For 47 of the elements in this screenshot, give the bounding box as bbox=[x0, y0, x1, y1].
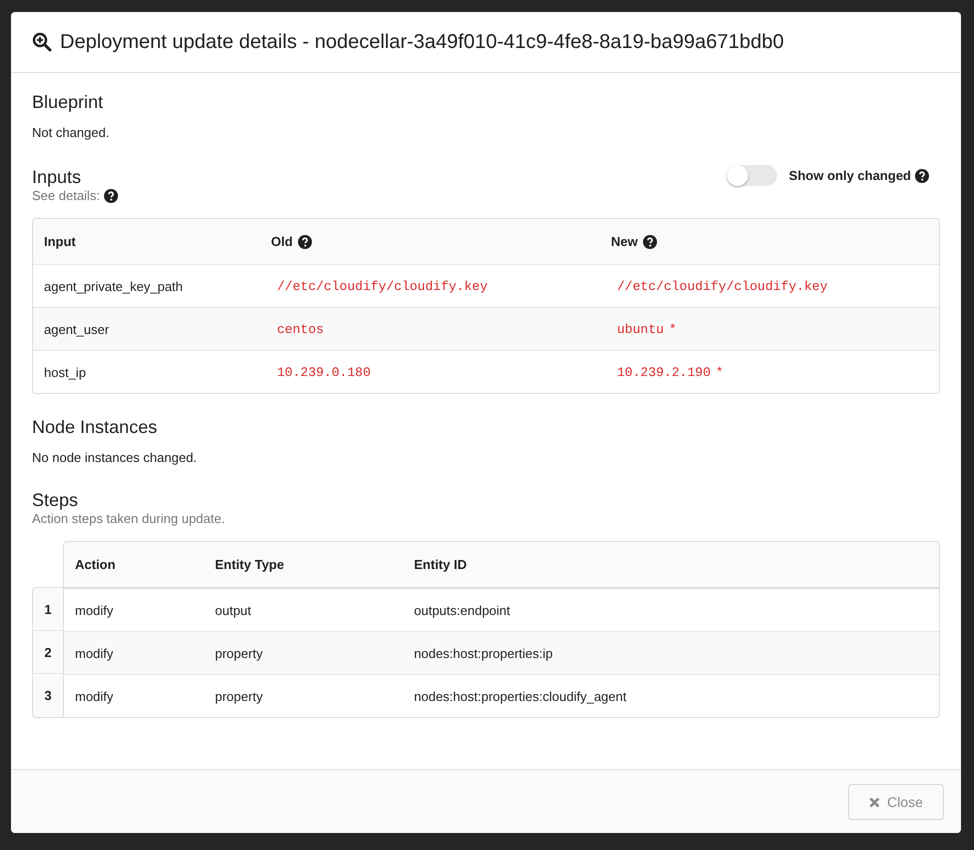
section-subheading: See details: bbox=[32, 188, 100, 204]
new-value: //etc/cloudify/cloudify.key bbox=[617, 278, 828, 294]
table-cell-text: nodes:host:properties:cloudify_agent bbox=[413, 688, 628, 704]
section-heading: Node Instances bbox=[32, 416, 158, 438]
help-icon bbox=[915, 168, 929, 182]
close-icon bbox=[869, 796, 880, 808]
table-cell-text: output bbox=[214, 602, 252, 618]
table-cell-text: centos bbox=[276, 322, 325, 336]
section-heading: Steps bbox=[32, 489, 80, 511]
column-header: Action bbox=[74, 557, 116, 572]
column-header: Entity Type bbox=[214, 557, 286, 572]
modal-title: Deployment update details - nodecellar-3a49f010-41c9-4fe8-8a19-ba99a671bdb0 bbox=[60, 30, 784, 54]
table-cell-text: modify bbox=[74, 688, 114, 704]
column-header: Input bbox=[43, 234, 77, 249]
new-value: 10.239.2.190 bbox=[617, 364, 711, 380]
row-number: 1 bbox=[43, 600, 53, 618]
help-icon bbox=[298, 234, 312, 248]
column-header: Entity ID bbox=[413, 557, 468, 572]
table-cell-text: agent_user bbox=[43, 322, 110, 336]
section-heading: Blueprint bbox=[32, 91, 104, 113]
table-cell-text: outputs:endpoint bbox=[413, 602, 512, 618]
table-cell-text: property bbox=[214, 688, 264, 704]
help-icon bbox=[642, 234, 657, 248]
table-cell-text: //etc/cloudify/cloudify.key bbox=[276, 278, 489, 294]
column-header: New bbox=[600, 234, 939, 249]
changed-marker: * bbox=[716, 364, 724, 380]
table-cell-text: agent_private_key_path bbox=[43, 278, 184, 294]
section-text: No node instances changed. bbox=[32, 450, 198, 465]
close-button[interactable]: Close bbox=[848, 784, 944, 820]
section-subheading: Action steps taken during update. bbox=[32, 511, 225, 527]
table-cell-text: modify bbox=[74, 646, 114, 660]
table-cell-text: modify bbox=[74, 602, 114, 618]
table-cell-text: host_ip bbox=[43, 364, 87, 380]
row-number: 3 bbox=[33, 673, 63, 716]
new-value: ubuntu bbox=[617, 322, 664, 336]
changed-marker: * bbox=[668, 322, 677, 336]
table-cell-text: nodes:host:properties:ip bbox=[413, 646, 554, 660]
section-heading: Inputs bbox=[32, 166, 82, 188]
column-header: Old bbox=[260, 234, 600, 249]
table-cell-text: 10.239.0.180 bbox=[276, 364, 372, 380]
row-number: 2 bbox=[33, 630, 63, 673]
section-text: Not changed. bbox=[32, 125, 110, 140]
toggle-label: Show only changed bbox=[788, 168, 911, 183]
toggle-switch[interactable] bbox=[726, 165, 777, 186]
table-cell-text: property bbox=[214, 646, 264, 660]
zoom-in-icon bbox=[32, 32, 52, 52]
help-icon bbox=[104, 189, 118, 203]
